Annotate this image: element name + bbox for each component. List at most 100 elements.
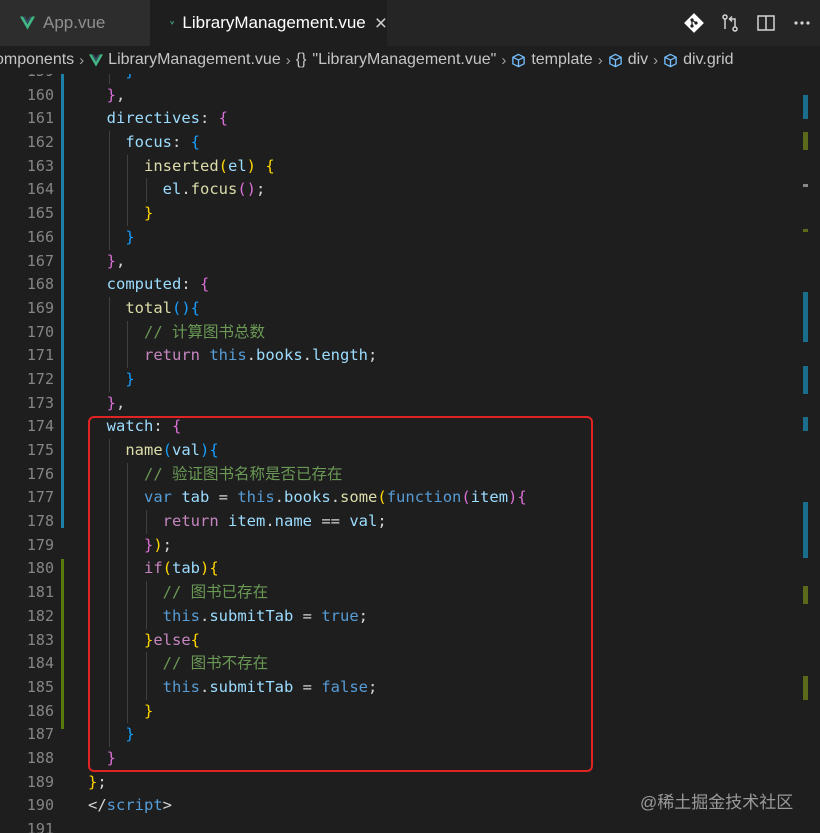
line-number: 170 <box>26 322 54 341</box>
overview-ruler-mark <box>803 417 808 431</box>
code-line[interactable]: 166 } <box>0 225 820 250</box>
split-editor-icon[interactable] <box>748 0 784 46</box>
line-number: 174 <box>26 417 54 436</box>
code-token: // 计算图书总数 <box>88 322 265 341</box>
code-token: script <box>106 796 163 815</box>
code-token: { <box>190 298 201 317</box>
code-token: { <box>218 109 228 128</box>
code-token: focus <box>88 133 172 152</box>
code-token: , <box>116 85 126 104</box>
code-token: } <box>88 369 135 388</box>
overview-ruler-mark <box>803 184 808 187</box>
code-token: > <box>162 796 173 815</box>
cube-icon <box>664 53 677 67</box>
code-line[interactable]: 165 } <box>0 202 820 226</box>
vue-icon <box>89 53 104 67</box>
code-line[interactable]: 167 }, <box>0 250 820 274</box>
close-icon[interactable]: × <box>375 13 387 34</box>
tab-library-management-vue[interactable]: LibraryManagement.vue × <box>150 0 387 46</box>
braces-icon: {} <box>295 51 307 68</box>
code-line[interactable]: 162 focus: { <box>0 131 820 155</box>
overview-ruler-mark <box>803 586 808 604</box>
code-text: } <box>88 74 134 84</box>
overview-ruler-mark <box>803 95 808 119</box>
breadcrumb-item-template[interactable]: template <box>511 51 593 69</box>
code-token: total <box>88 298 172 317</box>
code-line[interactable]: 160 }, <box>0 84 820 108</box>
line-number: 179 <box>26 535 54 554</box>
breadcrumb-label: omponents <box>0 51 75 68</box>
code-line[interactable]: 170 // 计算图书总数 <box>0 320 820 345</box>
line-number: 175 <box>26 441 54 459</box>
line-number: 166 <box>26 227 54 246</box>
breadcrumb-item-div-grid[interactable]: div.grid <box>663 51 734 69</box>
line-number: 165 <box>26 204 54 223</box>
code-token: ) <box>246 156 257 175</box>
git-compare-icon[interactable] <box>676 0 712 46</box>
code-token: ; <box>97 772 107 791</box>
code-token: computed <box>88 275 182 294</box>
code-line[interactable]: 173 }, <box>0 392 820 416</box>
line-number: 161 <box>26 109 54 128</box>
line-number: 159 <box>0 74 54 84</box>
code-token: ( <box>218 156 228 175</box>
code-text: // 计算图书总数 <box>88 321 265 345</box>
line-number: 173 <box>26 393 54 412</box>
line-number: 168 <box>26 275 54 294</box>
code-line[interactable]: 168 computed: { <box>0 273 820 297</box>
line-number: 182 <box>26 606 54 625</box>
code-token: directives <box>88 109 200 128</box>
code-token: </ <box>88 796 107 815</box>
line-number: 171 <box>26 346 54 365</box>
code-text: }; <box>88 771 107 795</box>
code-line[interactable]: 191 <box>0 818 820 833</box>
line-number: 189 <box>26 772 54 791</box>
code-token: length <box>312 346 369 365</box>
more-actions-icon[interactable] <box>784 0 820 46</box>
line-number: 162 <box>26 133 54 152</box>
breadcrumb-label: "LibraryManagement.vue" <box>312 51 497 68</box>
code-token: { <box>200 275 210 294</box>
code-token: . <box>181 180 191 199</box>
code-token: this <box>209 346 247 365</box>
code-token: } <box>88 74 134 80</box>
line-number: 172 <box>26 369 54 388</box>
code-line[interactable]: 161 directives: { <box>0 107 820 131</box>
breadcrumb-item-object[interactable]: {} "LibraryManagement.vue" <box>296 51 497 69</box>
breadcrumb-item-file[interactable]: LibraryManagement.vue <box>89 51 281 69</box>
line-number: 185 <box>26 677 54 696</box>
code-text: total(){ <box>88 297 200 321</box>
code-token: ; <box>256 180 266 199</box>
breadcrumb-label: div <box>627 51 649 68</box>
chevron-right-icon: › <box>285 51 291 69</box>
code-token: } <box>88 85 116 104</box>
overview-ruler-mark <box>803 292 808 342</box>
code-line[interactable]: 163 inserted(el) { <box>0 154 820 179</box>
code-line[interactable]: 164 el.focus(); <box>0 178 820 203</box>
vue-icon <box>170 21 175 25</box>
code-line[interactable]: 172 } <box>0 367 820 392</box>
code-text: } <box>88 202 153 226</box>
line-number: 183 <box>26 630 54 649</box>
code-token: } <box>88 772 98 791</box>
code-text: focus: { <box>88 131 200 155</box>
code-line[interactable]: 169 total(){ <box>0 296 820 321</box>
code-line[interactable]: 159 } <box>0 74 820 84</box>
code-text: computed: { <box>88 273 210 297</box>
code-text: } <box>88 368 135 392</box>
editor-tab-bar: App.vue LibraryManagement.vue × <box>0 0 820 46</box>
overview-ruler-mark <box>803 676 808 700</box>
code-text: inserted(el) { <box>88 155 275 179</box>
vue-icon <box>20 16 35 30</box>
code-text: el.focus(); <box>88 178 266 202</box>
code-token: ; <box>368 346 378 365</box>
open-changes-icon[interactable] <box>712 0 748 46</box>
line-number: 176 <box>26 464 54 483</box>
code-text: return this.books.length; <box>88 344 377 368</box>
code-token: . <box>246 346 256 365</box>
tab-app-vue[interactable]: App.vue <box>0 0 150 46</box>
breadcrumb-item-div[interactable]: div <box>608 51 648 69</box>
code-line[interactable]: 171 return this.books.length; <box>0 344 820 368</box>
code-text: } <box>88 226 134 250</box>
breadcrumb-item-components[interactable]: omponents <box>0 51 74 69</box>
